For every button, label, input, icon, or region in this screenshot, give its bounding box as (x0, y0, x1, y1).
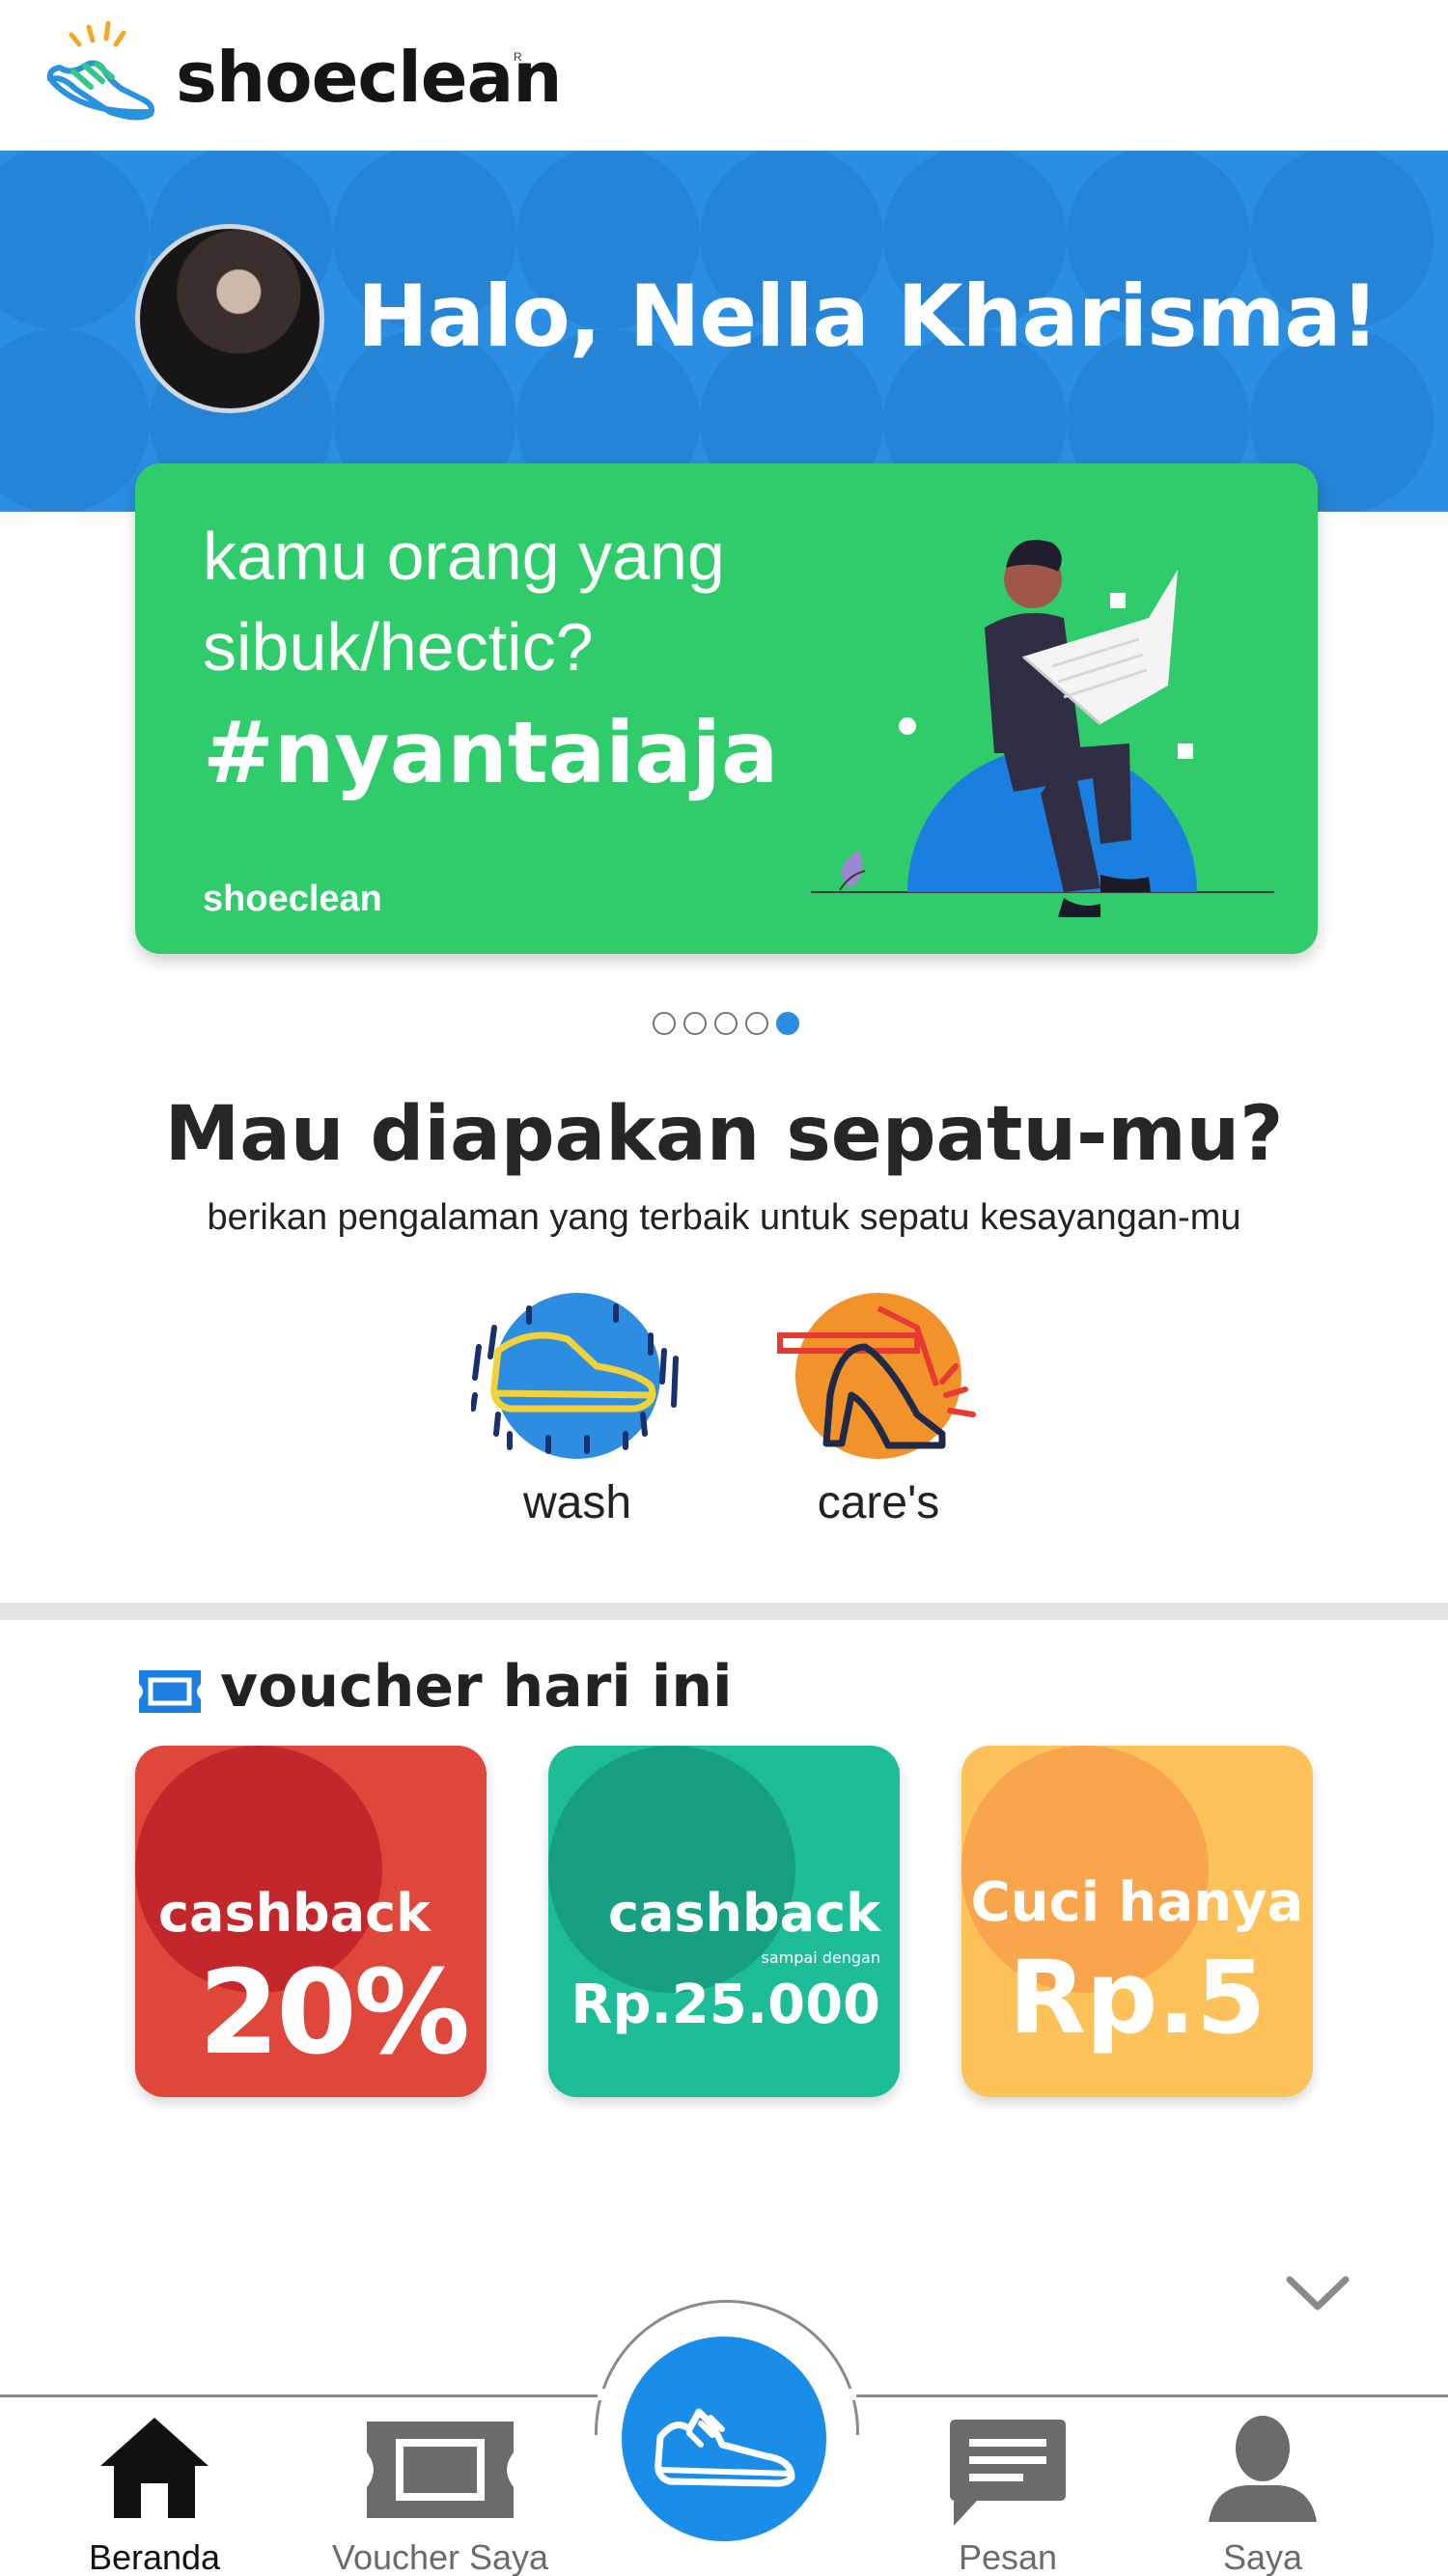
carousel-dot[interactable] (745, 1012, 768, 1035)
nav-my-vouchers-label: Voucher Saya (331, 2537, 549, 2576)
user-avatar[interactable] (135, 224, 324, 413)
carousel-dot-active[interactable] (776, 1012, 799, 1035)
service-care-label: care's (817, 1477, 940, 1528)
promo-brand: shoeclean (203, 879, 382, 919)
nav-home[interactable]: Beranda (39, 2412, 270, 2576)
nav-my-vouchers[interactable]: Voucher Saya (324, 2412, 556, 2576)
voucher-card-cashback-20[interactable]: cashback 20% (135, 1746, 487, 2097)
voucher-2-line1: cashback (607, 1883, 880, 1944)
app-header: shoeclean R (0, 0, 1448, 151)
ticket-icon (367, 2422, 514, 2518)
voucher-section-title: voucher hari ini (220, 1653, 733, 1721)
greeting-text: Halo, Nella Kharisma! (357, 266, 1379, 366)
sneaker-wash-icon (470, 1293, 679, 1459)
section-divider (0, 1603, 1448, 1620)
carousel-dot[interactable] (683, 1012, 707, 1035)
service-wash-label: wash (522, 1477, 632, 1528)
promo-hashtag: #nyantaiaja (203, 703, 779, 802)
service-wash-button[interactable]: wash (470, 1289, 683, 1529)
promo-banner-card[interactable]: kamu orang yang sibuk/hectic? #nyantaiaj… (135, 463, 1318, 954)
promo-line-1: kamu orang yang (203, 518, 725, 594)
voucher-2-value: Rp.25.000 (571, 1974, 880, 2036)
carousel-dot[interactable] (714, 1012, 738, 1035)
ticket-icon (139, 1670, 201, 1713)
nav-messages[interactable]: Pesan (892, 2412, 1124, 2576)
nav-profile[interactable]: Saya (1147, 2412, 1378, 2576)
chevron-down-icon[interactable] (1284, 2274, 1351, 2312)
shoeclean-logo-icon (46, 21, 155, 121)
man-reading-newspaper-illustration (811, 540, 1274, 917)
nav-home-label: Beranda (88, 2537, 221, 2576)
voucher-2-small: sampai dengan (761, 1948, 880, 1967)
services-title: Mau diapakan sepatu-mu? (164, 1091, 1284, 1178)
voucher-card-cashback-25000[interactable]: cashback sampai dengan Rp.25.000 (548, 1746, 900, 2097)
user-icon (1209, 2416, 1317, 2522)
heel-care-icon (777, 1293, 976, 1459)
voucher-card-cuci-rp5[interactable]: Cuci hanya Rp.5 (961, 1746, 1313, 2097)
brand-name: shoeclean (176, 37, 562, 118)
card-decor (548, 1746, 795, 1993)
voucher-3-value: Rp.5 (1008, 1939, 1267, 2057)
service-care-button[interactable]: care's (772, 1289, 985, 1529)
nav-messages-label: Pesan (958, 2537, 1058, 2576)
home-icon (100, 2418, 209, 2518)
registered-mark: R (514, 50, 522, 64)
carousel-dot[interactable] (653, 1012, 676, 1035)
voucher-1-value: 20% (198, 1946, 470, 2081)
message-icon (950, 2420, 1066, 2526)
nav-profile-label: Saya (1222, 2537, 1303, 2576)
carousel-indicator (653, 1012, 799, 1035)
voucher-1-line1: cashback (158, 1883, 432, 1944)
order-shoe-clean-button[interactable] (622, 2337, 826, 2541)
services-subtitle: berikan pengalaman yang terbaik untuk se… (207, 1197, 1241, 1238)
voucher-3-line1: Cuci hanya (970, 1871, 1304, 1934)
sneaker-icon (654, 2408, 795, 2487)
promo-line-2: sibuk/hectic? (203, 609, 594, 685)
